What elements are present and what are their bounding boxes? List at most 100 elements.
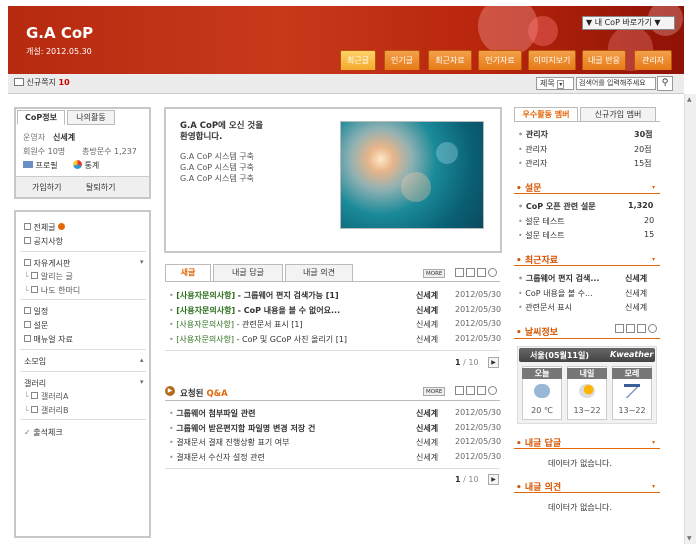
qa-next-page-button[interactable]: ▶: [488, 474, 499, 485]
recent-file-author[interactable]: 신세계: [625, 302, 647, 313]
minimize-icon[interactable]: [455, 268, 464, 277]
settings-icon[interactable]: [477, 268, 486, 277]
menu-survey[interactable]: 설문: [24, 320, 48, 331]
tab-new-posts[interactable]: 새글: [165, 264, 211, 282]
profile-link[interactable]: 프로필: [23, 160, 58, 171]
recent-file-item[interactable]: • 그룹웨어 편지 검색...: [518, 273, 623, 284]
recent-file-item[interactable]: • CoP 내용을 볼 수...: [518, 288, 623, 299]
refresh-icon[interactable]: [488, 386, 497, 395]
post-row[interactable]: • [사용자문의사항] - CoP 내용을 볼 수 없어요...: [169, 305, 409, 316]
tab-my-comments[interactable]: 내글 의견: [285, 264, 353, 282]
qa-row[interactable]: • 그룹웨어 받은편지함 파일명 변경 저장 건: [169, 423, 409, 434]
new-message-notice[interactable]: 신규쪽지 10: [14, 77, 70, 88]
tab-my-replies[interactable]: 내글 답글: [213, 264, 283, 282]
menu-gallery-b[interactable]: └ 갤러리B: [24, 405, 69, 416]
search-button[interactable]: ⚲: [657, 76, 673, 91]
nav-recent-posts[interactable]: 최근글: [340, 50, 376, 70]
refresh-icon[interactable]: [648, 324, 657, 333]
posts-pagination: 1 / 10: [455, 358, 479, 367]
post-row[interactable]: • [사용자문의사항] - CoP 및 GCoP 사진 올리기 [1]: [169, 334, 409, 345]
reply-toggle-icon[interactable]: ▾: [652, 439, 655, 446]
recent-file-author[interactable]: 신세계: [625, 288, 647, 299]
nav-my-reactions[interactable]: 내글 반응: [582, 50, 626, 70]
survey-item[interactable]: • 설문 테스트: [518, 216, 565, 227]
leave-button[interactable]: 탈퇴하기: [86, 182, 115, 193]
nav-popular-files[interactable]: 인기자료: [478, 50, 522, 70]
qa-author[interactable]: 신세계: [416, 452, 438, 463]
menu-schedule[interactable]: 일정: [24, 306, 48, 317]
minimize-icon[interactable]: [615, 324, 624, 333]
post-author[interactable]: 신세계: [416, 290, 438, 301]
post-row[interactable]: • [사용자문의사항] - 그룹웨어 편지 검색가능 [1]: [169, 290, 409, 301]
collapse-icon[interactable]: ▾: [140, 258, 144, 266]
opinion-empty-message: 데이터가 없습니다.: [548, 503, 612, 512]
site-title[interactable]: G.A CoP: [26, 24, 93, 42]
maximize-icon[interactable]: [466, 268, 475, 277]
maximize-icon[interactable]: [466, 386, 475, 395]
join-button[interactable]: 가입하기: [32, 182, 61, 193]
operator-name[interactable]: 신세계: [53, 132, 75, 143]
nav-images[interactable]: 이미지보기: [528, 50, 576, 70]
member-count: 회원수 10명: [23, 147, 66, 156]
maximize-icon[interactable]: [626, 324, 635, 333]
expand-icon[interactable]: ▴: [140, 356, 144, 364]
menu-announcements[interactable]: └ 알리는 글: [24, 271, 73, 282]
weather-day-label: 모레: [612, 368, 652, 379]
cloud-icon: [534, 384, 550, 398]
tab-new-members[interactable]: 신규가입 멤버: [580, 107, 656, 122]
tab-top-members[interactable]: 우수활동 멤버: [514, 107, 578, 122]
cop-shortcut-dropdown[interactable]: ▼ 내 CoP 바로가기 ▼: [582, 16, 675, 30]
menu-my-say[interactable]: └ 나도 한마디: [24, 285, 80, 296]
scroll-down-icon[interactable]: ▼: [687, 535, 692, 542]
recent-file-author[interactable]: 신세계: [625, 273, 647, 284]
nav-admin[interactable]: 관리자: [634, 50, 672, 70]
survey-toggle-icon[interactable]: ▾: [652, 184, 655, 191]
opinion-toggle-icon[interactable]: ▾: [652, 483, 655, 490]
qa-row[interactable]: • 그룹웨어 첨부파일 관련: [169, 408, 409, 419]
qa-more-button[interactable]: MORE: [423, 387, 446, 396]
menu-gallery-a[interactable]: └ 갤러리A: [24, 391, 68, 402]
menu-manual[interactable]: 매뉴얼 자료: [24, 334, 73, 345]
bullet-icon: •: [518, 130, 526, 139]
member-name[interactable]: • 관리자: [518, 129, 548, 140]
refresh-icon[interactable]: [488, 268, 497, 277]
survey-item[interactable]: • CoP 오픈 관련 설문: [518, 201, 596, 212]
recent-files-toggle-icon[interactable]: ▾: [652, 256, 655, 263]
survey-item[interactable]: • 설문 테스트: [518, 230, 565, 241]
post-row[interactable]: • [사용자문의사항] - 관련문서 표시 [1]: [169, 319, 409, 330]
tab-cop-info[interactable]: CoP정보: [17, 110, 65, 125]
qa-row[interactable]: • 결재문서 수신자 설정 관련: [169, 452, 409, 463]
recent-file-item[interactable]: • 관련문서 표시: [518, 302, 623, 313]
qa-author[interactable]: 신세계: [416, 437, 438, 448]
qa-author[interactable]: 신세계: [416, 408, 438, 419]
qa-row[interactable]: • 결재문서 결재 진행상황 표기 여부: [169, 437, 409, 448]
menu-attendance[interactable]: ✓ 출석체크: [24, 427, 63, 438]
member-name[interactable]: • 관리자: [518, 144, 547, 155]
menu-gallery[interactable]: 갤러리: [24, 378, 46, 389]
qa-author[interactable]: 신세계: [416, 423, 438, 434]
menu-notice[interactable]: 공지사항: [24, 236, 63, 247]
menu-free-board[interactable]: 자유게시판: [24, 258, 70, 269]
menu-small-groups[interactable]: 소모임: [24, 356, 46, 367]
scroll-up-icon[interactable]: ▲: [687, 96, 692, 103]
post-author[interactable]: 신세계: [416, 334, 438, 345]
search-field-select[interactable]: 제목 ▾: [536, 77, 574, 90]
scrollbar[interactable]: ▲ ▼: [684, 94, 696, 544]
search-input[interactable]: 검색어를 입력해주세요: [576, 77, 656, 90]
nav-recent-files[interactable]: 최근자료: [428, 50, 472, 70]
settings-icon[interactable]: [637, 324, 646, 333]
collapse-icon[interactable]: ▾: [140, 378, 144, 386]
stats-link[interactable]: 통계: [73, 160, 99, 171]
post-author[interactable]: 신세계: [416, 319, 438, 330]
minimize-icon[interactable]: [455, 386, 464, 395]
member-name[interactable]: • 관리자: [518, 158, 547, 169]
qa-widget-controls: [455, 386, 499, 396]
posts-more-button[interactable]: MORE: [423, 269, 446, 278]
nav-popular-posts[interactable]: 인기글: [384, 50, 420, 70]
settings-icon[interactable]: [477, 386, 486, 395]
post-author[interactable]: 신세계: [416, 305, 438, 316]
menu-all-posts[interactable]: 전체글: [24, 222, 66, 233]
posts-next-page-button[interactable]: ▶: [488, 357, 499, 368]
tree-branch-icon: └: [24, 272, 29, 281]
tab-my-activity[interactable]: 나의활동: [67, 110, 115, 125]
